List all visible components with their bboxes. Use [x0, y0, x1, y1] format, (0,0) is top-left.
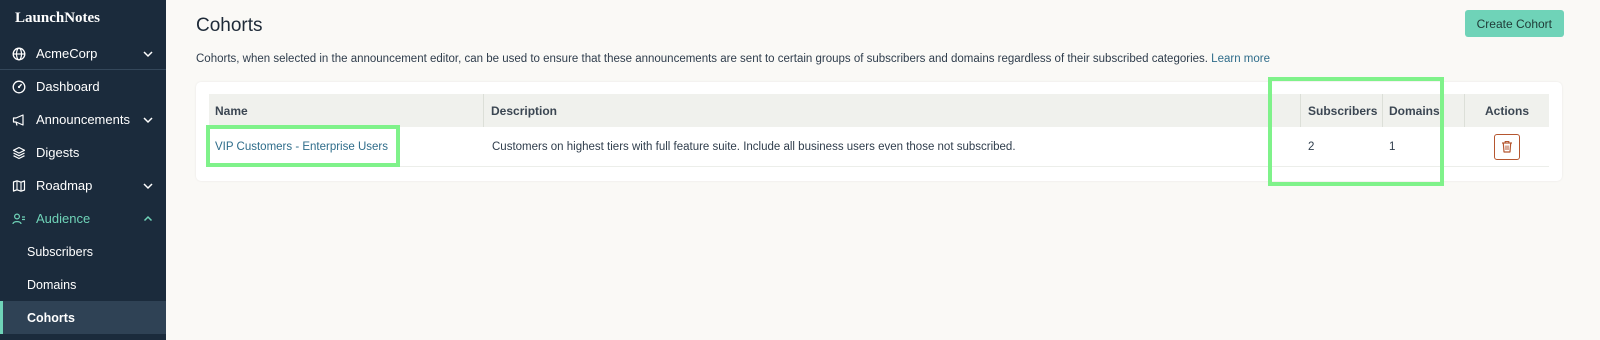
megaphone-icon [12, 113, 26, 127]
sidebar-item-digests[interactable]: Digests [0, 136, 166, 169]
page-description: Cohorts, when selected in the announceme… [196, 53, 1270, 65]
highlight-box-cohort-name [206, 125, 400, 167]
delete-cohort-button[interactable] [1494, 133, 1520, 160]
sidebar-item-announcements[interactable]: Announcements [0, 103, 166, 136]
map-icon [12, 179, 26, 193]
page-title: Cohorts [196, 15, 263, 36]
org-switcher[interactable]: AcmeCorp [0, 38, 166, 70]
column-header-actions: Actions [1484, 103, 1529, 118]
org-name: AcmeCorp [36, 46, 98, 61]
chevron-down-icon [142, 48, 154, 60]
sidebar-item-label: Dashboard [36, 79, 100, 94]
column-header-description[interactable]: Description [484, 94, 1301, 127]
layers-icon [12, 146, 26, 160]
trash-icon [1501, 140, 1513, 153]
sidebar-subitem-subscribers[interactable]: Subscribers [0, 235, 166, 268]
app-logo[interactable]: LaunchNotes [0, 0, 166, 38]
sidebar-subitem-label: Subscribers [27, 244, 93, 259]
sidebar-item-label: Digests [36, 145, 80, 160]
sidebar-subitem-label: Cohorts [27, 310, 75, 325]
description-text: Cohorts, when selected in the announceme… [196, 53, 1208, 65]
sidebar-item-audience[interactable]: Audience [0, 202, 166, 235]
sidebar-item-roadmap[interactable]: Roadmap [0, 169, 166, 202]
sidebar-subitem-domains[interactable]: Domains [0, 268, 166, 301]
users-icon [12, 212, 26, 226]
sidebar-item-label: Announcements [36, 112, 130, 127]
globe-icon [12, 47, 26, 61]
create-cohort-button[interactable]: Create Cohort [1464, 10, 1564, 37]
dashboard-icon [12, 80, 26, 94]
learn-more-link[interactable]: Learn more [1211, 53, 1270, 65]
sidebar-item-label: Roadmap [36, 178, 93, 193]
sidebar: LaunchNotes AcmeCorp Dashboard Announcem… [0, 0, 166, 340]
sidebar-subitem-cohorts[interactable]: Cohorts [0, 301, 166, 334]
cohort-description: Customers on highest tiers with full fea… [492, 140, 1016, 153]
chevron-up-icon [142, 213, 154, 225]
sidebar-item-dashboard[interactable]: Dashboard [0, 70, 166, 103]
column-header-name[interactable]: Name [209, 94, 484, 127]
highlight-box-counts [1268, 77, 1444, 186]
chevron-down-icon [142, 114, 154, 126]
sidebar-item-label: Audience [36, 211, 91, 226]
chevron-down-icon [142, 180, 154, 192]
sidebar-subitem-label: Domains [27, 277, 77, 292]
row-actions [1465, 127, 1549, 166]
